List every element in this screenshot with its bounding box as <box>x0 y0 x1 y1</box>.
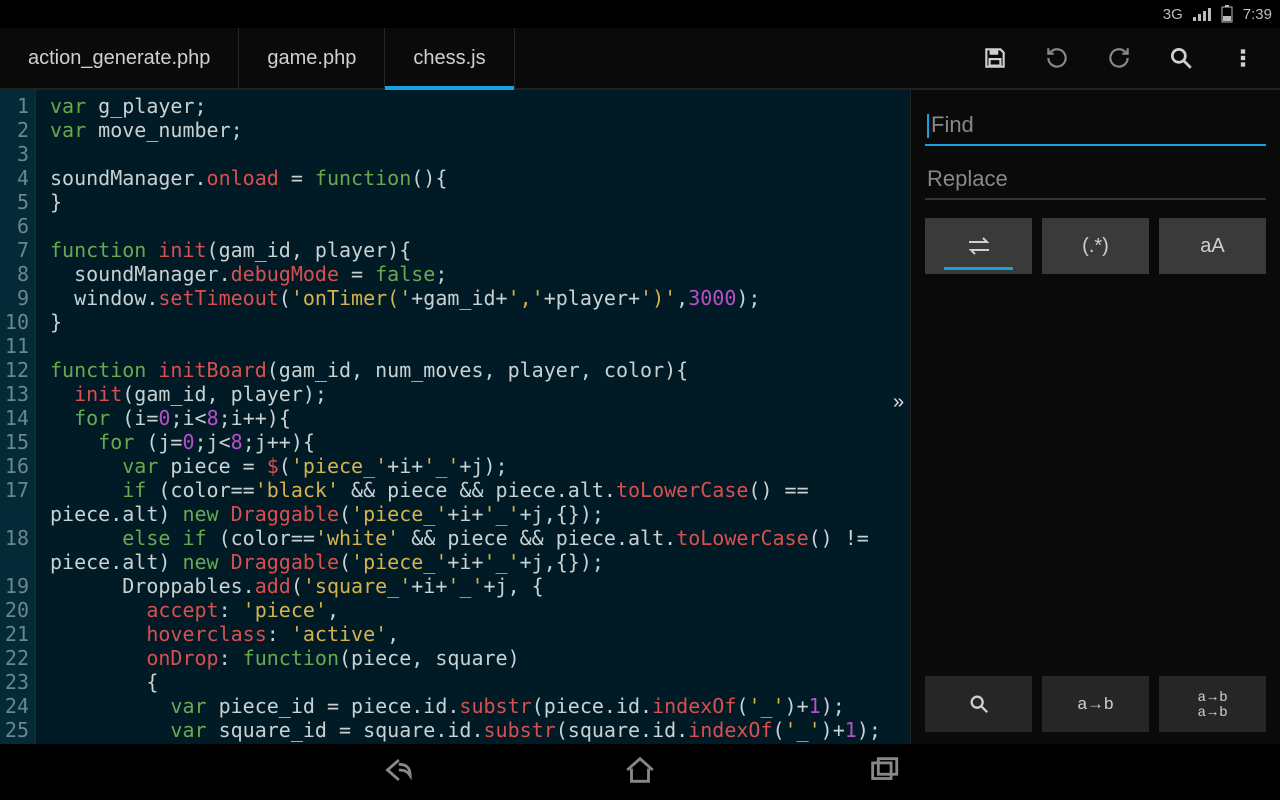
tab-bar: action_generate.php game.php chess.js <box>0 28 1280 90</box>
network-indicator: 3G <box>1163 6 1183 23</box>
redo-icon[interactable] <box>1102 41 1136 75</box>
find-input[interactable]: Find <box>925 106 1266 146</box>
replace-one-button[interactable]: a→b <box>1042 676 1149 732</box>
save-icon[interactable] <box>978 41 1012 75</box>
android-nav-bar <box>0 744 1280 800</box>
case-sensitive-toggle[interactable]: aA <box>1159 218 1266 274</box>
back-button[interactable] <box>379 753 413 791</box>
recent-apps-button[interactable] <box>867 753 901 791</box>
regex-toggle[interactable]: (.*) <box>1042 218 1149 274</box>
overflow-menu-icon[interactable] <box>1226 41 1260 75</box>
replace-input[interactable]: Replace <box>925 160 1266 200</box>
find-next-button[interactable] <box>925 676 1032 732</box>
replace-all-button[interactable]: a→b a→b <box>1159 676 1266 732</box>
battery-icon <box>1221 5 1233 23</box>
tab-chess[interactable]: chess.js <box>385 28 514 88</box>
android-status-bar: 3G 7:39 <box>0 0 1280 28</box>
undo-icon[interactable] <box>1040 41 1074 75</box>
find-replace-panel: » Find Replace (.*) aA a→b a→b a→b <box>910 90 1280 744</box>
tab-game[interactable]: game.php <box>239 28 385 88</box>
wrap-search-toggle[interactable] <box>925 218 1032 274</box>
line-number-gutter: 1234567891011121314151617 18 19202122232… <box>0 90 36 744</box>
tab-action-generate[interactable]: action_generate.php <box>0 28 239 88</box>
clock: 7:39 <box>1243 6 1272 23</box>
panel-collapse-icon[interactable]: » <box>893 391 904 414</box>
code-editor[interactable]: var g_player; var move_number; soundMana… <box>36 90 910 744</box>
home-button[interactable] <box>623 753 657 791</box>
search-icon[interactable] <box>1164 41 1198 75</box>
signal-icon <box>1193 7 1211 21</box>
